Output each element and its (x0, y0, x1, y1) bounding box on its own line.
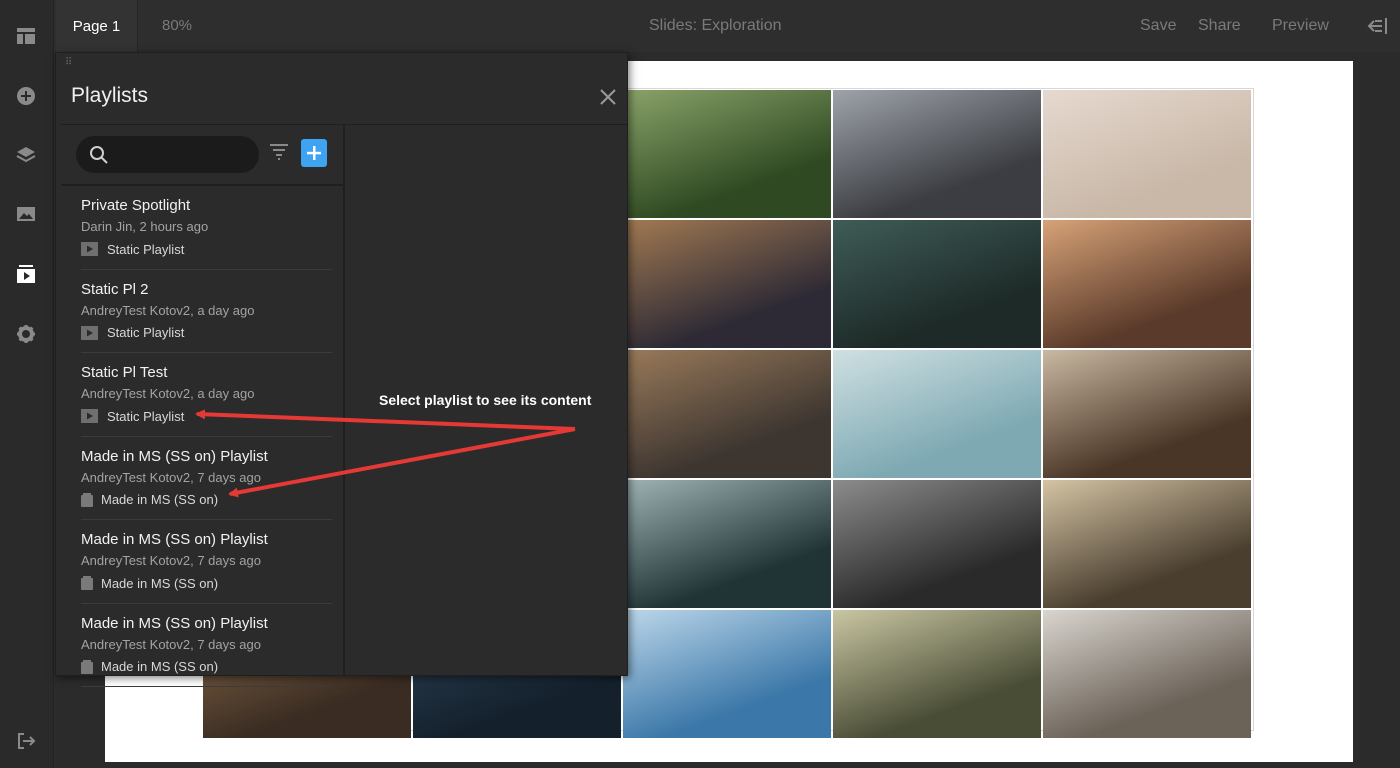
gallery-image[interactable] (1043, 610, 1251, 738)
add-circle-icon[interactable] (15, 85, 37, 107)
playlist-item[interactable]: Made in MS (SS on) Playlist AndreyTest Ko… (81, 520, 332, 604)
playlist-meta: AndreyTest Kotov2, 7 days ago (81, 469, 261, 485)
playlist-name: Made in MS (SS on) Playlist (81, 531, 268, 548)
close-icon[interactable] (598, 87, 618, 107)
drag-handle-icon[interactable]: ⠿ (65, 58, 75, 74)
left-sidebar (0, 0, 54, 768)
playlist-icon[interactable] (15, 263, 37, 285)
annotation-text: Select playlist to see its content (379, 392, 592, 408)
gallery-image[interactable] (833, 90, 1041, 218)
gallery-image[interactable] (833, 220, 1041, 348)
playlist-item[interactable]: Static Pl Test AndreyTest Kotov2, a day a… (81, 353, 332, 437)
gallery-image[interactable] (1043, 480, 1251, 608)
gallery-image[interactable] (1043, 350, 1251, 478)
playlist-type: Made in MS (SS on) (81, 492, 218, 508)
playlist-type-label: Static Playlist (107, 408, 185, 424)
playlist-meta: Darin Jin, 2 hours ago (81, 219, 209, 234)
playlist-meta: AndreyTest Kotov2, a day ago (81, 386, 255, 401)
image-icon[interactable] (15, 203, 37, 225)
exit-icon[interactable] (15, 730, 37, 752)
playlist-type: Static Playlist (81, 325, 184, 341)
search-box[interactable] (76, 136, 259, 173)
playlist-type: Static Playlist (81, 241, 184, 257)
playlist-item[interactable]: Private Spotlight Darin Jin, 2 hours ago S… (81, 186, 332, 270)
preview-button[interactable]: Preview (1272, 17, 1329, 35)
share-button[interactable]: Share (1198, 17, 1241, 35)
save-button[interactable]: Save (1140, 17, 1176, 35)
play-box-icon (81, 242, 107, 256)
search-icon (89, 145, 109, 165)
playlist-meta: AndreyTest Kotov2, 7 days ago (81, 553, 261, 568)
gallery-image[interactable] (1043, 220, 1251, 348)
collapse-panel-icon[interactable] (1366, 15, 1388, 37)
filter-icon[interactable] (269, 143, 289, 161)
playlist-type-label: Made in MS (SS on) (101, 575, 219, 591)
gallery-image[interactable] (623, 610, 831, 738)
gallery-image[interactable] (623, 90, 831, 218)
gallery-image[interactable] (623, 480, 831, 608)
playlist-type: Made in MS (SS on) (81, 575, 218, 591)
gallery-image[interactable] (623, 220, 831, 348)
playlist-name: Private Spotlight (81, 197, 191, 214)
playlist-name: Made in MS (SS on) Playlist (81, 614, 268, 632)
play-box-icon (81, 409, 107, 423)
playlist-name: Static Pl Test (81, 364, 168, 381)
gallery-image[interactable] (1043, 90, 1251, 218)
playlist-items: Private Spotlight Darin Jin, 2 hours ago S… (61, 186, 343, 687)
playlist-name: Made in MS (SS on) Playlist (81, 447, 268, 465)
folder-icon (81, 492, 101, 507)
playlist-item[interactable]: Made in MS (SS on) Playlist AndreyTest Ko… (81, 604, 332, 687)
folder-icon (81, 576, 101, 590)
gallery-image[interactable] (833, 480, 1041, 608)
add-playlist-button[interactable] (301, 139, 327, 167)
gallery-image[interactable] (623, 350, 831, 478)
layout-icon[interactable] (15, 25, 37, 47)
playlist-type-label: Static Playlist (107, 325, 185, 340)
playlist-list: Private Spotlight Darin Jin, 2 hours ago S… (61, 125, 345, 687)
layers-icon[interactable] (15, 144, 37, 166)
top-bar: Page 1 80% Slides: Exploration Save Shar… (54, 0, 1400, 52)
playlists-panel: ⠿ Playlists Private Spotlight Darin Jin, … (55, 52, 628, 687)
playlist-type-label: Static Playlist (107, 241, 185, 257)
playlist-type: Made in MS (SS on) (81, 659, 218, 675)
gallery-image[interactable] (833, 610, 1041, 738)
document-title: Slides: Exploration (649, 17, 782, 34)
playlist-meta: AndreyTest Kotov2, 7 days ago (81, 636, 261, 652)
zoom-level[interactable]: 80% (162, 17, 192, 34)
gallery-image[interactable] (833, 350, 1041, 478)
panel-title: Playlists (71, 84, 149, 107)
playlist-type: Static Playlist (81, 408, 184, 424)
playlist-type-label: Made in MS (SS on) (101, 492, 219, 507)
playlist-meta: AndreyTest Kotov2, a day ago (81, 302, 255, 318)
playlist-item[interactable]: Static Pl 2 AndreyTest Kotov2, a day ago S… (81, 270, 332, 353)
playlist-name: Static Pl 2 (81, 280, 149, 298)
playlist-type-label: Made in MS (SS on) (101, 659, 219, 674)
tab-page-1[interactable]: Page 1 (56, 0, 138, 52)
search-input[interactable] (118, 145, 248, 165)
playlist-item[interactable]: Made in MS (SS on) Playlist AndreyTest Ko… (81, 437, 332, 520)
play-box-icon (81, 325, 107, 340)
plus-icon (307, 146, 321, 160)
gear-icon[interactable] (15, 323, 37, 345)
folder-icon (81, 659, 101, 674)
